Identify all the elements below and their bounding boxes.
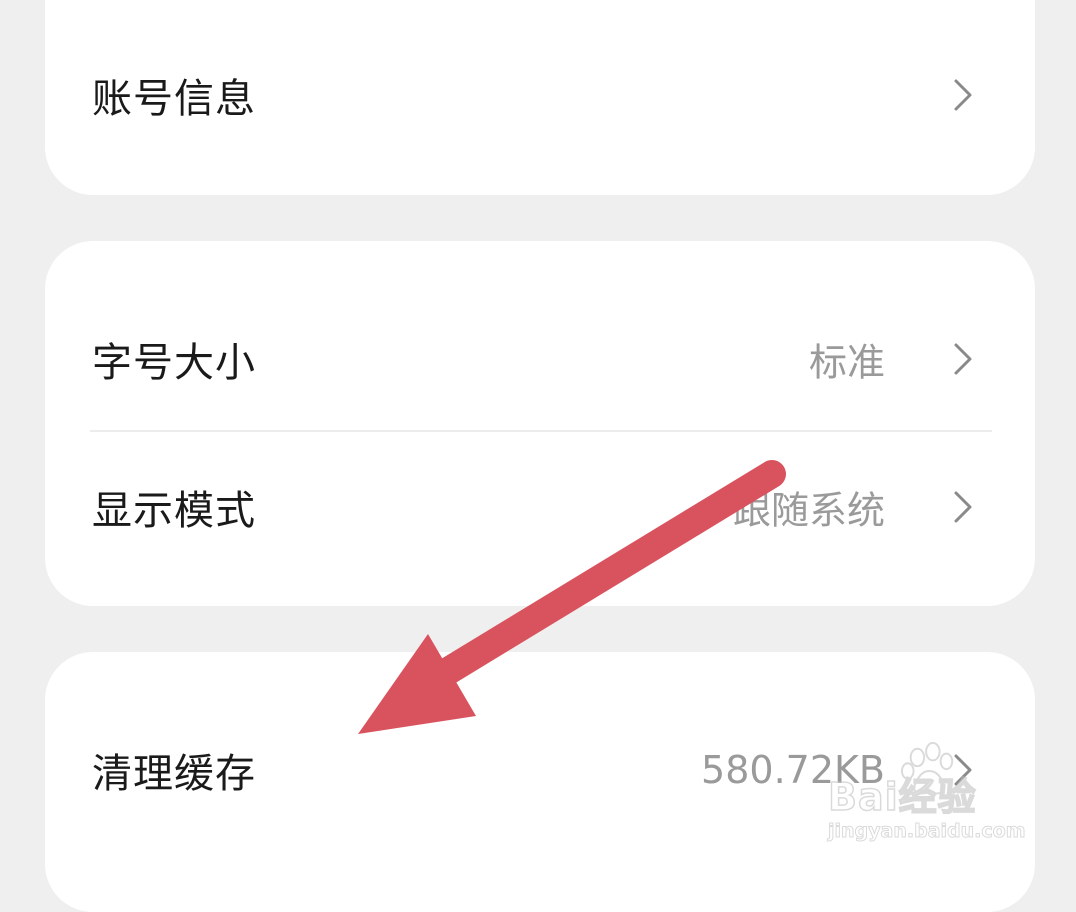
display-mode-row[interactable]: 显示模式 跟随系统 — [45, 452, 1035, 562]
chevron-right-icon — [954, 491, 972, 523]
baidu-jingyan-watermark: Bai经验 jingyan.baidu.com — [820, 742, 1030, 852]
chevron-right-icon — [954, 79, 972, 111]
account-info-label: 账号信息 — [92, 76, 256, 122]
display-mode-label: 显示模式 — [92, 488, 256, 534]
row-divider — [90, 430, 992, 432]
watermark-brand: Bai经验 — [827, 774, 977, 820]
account-info-row[interactable]: 账号信息 — [45, 40, 1035, 150]
font-size-label: 字号大小 — [92, 340, 256, 386]
clear-cache-label: 清理缓存 — [92, 751, 256, 797]
font-size-value: 标准 — [808, 340, 885, 385]
display-mode-value: 跟随系统 — [732, 488, 885, 533]
chevron-right-icon — [954, 343, 972, 375]
watermark-url: jingyan.baidu.com — [828, 820, 1026, 843]
font-size-row[interactable]: 字号大小 标准 — [45, 304, 1035, 414]
